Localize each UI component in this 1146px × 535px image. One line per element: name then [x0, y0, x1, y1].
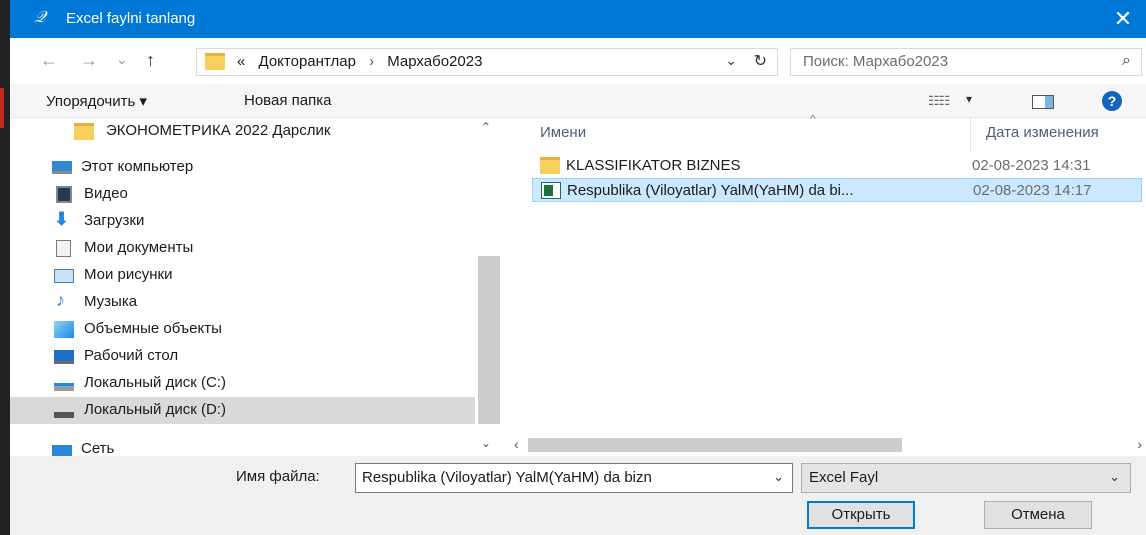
address-dropdown-icon[interactable]: ⌄: [725, 52, 737, 69]
file-name: Respublika (Viloyatlar) YalM(YaHM) da bi…: [567, 182, 854, 199]
scrollbar-thumb[interactable]: [478, 256, 500, 424]
close-button[interactable]: ✕: [1100, 0, 1146, 38]
download-icon: ⬇: [54, 209, 70, 229]
computer-icon: [52, 161, 72, 174]
back-button[interactable]: ←: [40, 50, 58, 71]
file-row-excel[interactable]: Respublika (Viloyatlar) YalM(YaHM) da bi…: [532, 178, 1142, 202]
view-dropdown-icon[interactable]: ▾: [966, 92, 972, 106]
nav-item-label: Локальный диск (C:): [84, 374, 226, 391]
command-bar: Упорядочить ▾ Новая папка ☷☷ ▾ ?: [10, 84, 1146, 118]
file-date: 02-08-2023 14:17: [973, 182, 1092, 199]
dialog-footer: Имя файла: Respublika (Viloyatlar) YalM(…: [10, 456, 1146, 535]
new-folder-button[interactable]: Новая папка: [244, 92, 331, 109]
scroll-right-icon[interactable]: ›: [1137, 436, 1142, 452]
nav-item-econometrics[interactable]: ЭКОНОМЕТРИКА 2022 Дарслик: [10, 118, 475, 145]
preview-pane-icon[interactable]: [1032, 95, 1054, 109]
chevron-down-icon[interactable]: ⌄: [1109, 469, 1120, 485]
folder-icon: [74, 123, 94, 140]
folder-icon: [205, 53, 225, 70]
nav-item-label: Видео: [84, 185, 128, 202]
music-icon: ♪: [56, 290, 65, 310]
recent-locations-button[interactable]: ⌄: [116, 51, 128, 68]
search-icon[interactable]: ⌕: [1122, 52, 1131, 70]
background-accent: [0, 88, 4, 128]
nav-item-label: Объемные объекты: [84, 320, 222, 337]
nav-item-label: Мои рисунки: [84, 266, 173, 283]
breadcrumb-item-current[interactable]: Мархабо2023: [387, 53, 482, 70]
column-header-name[interactable]: Имени: [540, 124, 586, 141]
breadcrumb-overflow[interactable]: «: [237, 53, 245, 70]
cancel-button[interactable]: Отмена: [984, 501, 1092, 529]
nav-item-3d-objects[interactable]: Объемные объекты: [10, 316, 475, 343]
view-options-icon[interactable]: ☷☷: [928, 93, 950, 109]
search-placeholder: Поиск: Мархабо2023: [803, 53, 949, 70]
scroll-down-icon[interactable]: ⌄: [481, 436, 491, 450]
feather-icon: 𝒬: [34, 9, 46, 26]
nav-item-downloads[interactable]: ⬇ Загрузки: [10, 208, 475, 235]
desktop-icon: [54, 350, 74, 364]
nav-item-label: ЭКОНОМЕТРИКА 2022 Дарслик: [106, 122, 331, 139]
column-divider[interactable]: [970, 118, 971, 152]
background-window-edge: [0, 0, 10, 535]
file-list-horizontal-scrollbar[interactable]: ‹ ›: [510, 436, 1146, 454]
nav-item-documents[interactable]: Мои документы: [10, 235, 475, 262]
scrollbar-thumb[interactable]: [528, 438, 902, 452]
sort-arrow-icon: ^: [810, 112, 816, 126]
breadcrumb-separator[interactable]: ›: [369, 53, 374, 70]
drive-c-icon: [54, 383, 74, 391]
breadcrumb: « Докторантлар › Мархабо2023: [237, 53, 482, 70]
scroll-up-icon[interactable]: ⌃: [481, 120, 491, 134]
file-list: ^ Имени Дата изменения KLASSIFIKATOR BIZ…: [510, 112, 1146, 438]
file-name-value[interactable]: Respublika (Viloyatlar) YalM(YaHM) da bi…: [362, 469, 758, 486]
chevron-down-icon[interactable]: ⌄: [773, 469, 784, 485]
pictures-icon: [54, 269, 74, 283]
nav-item-drive-c[interactable]: Локальный диск (C:): [10, 370, 475, 397]
file-name-field[interactable]: Respublika (Viloyatlar) YalM(YaHM) da bi…: [355, 463, 793, 493]
navigation-bar: ← → ⌄ ↑ « Докторантлар › Мархабо2023 ⌄ ↻…: [10, 38, 1146, 84]
nav-item-label: Загрузки: [84, 212, 145, 229]
nav-item-this-pc[interactable]: Этот компьютер: [10, 154, 475, 181]
search-input[interactable]: Поиск: Мархабо2023 ⌕: [790, 48, 1142, 76]
folder-icon: [540, 157, 560, 174]
column-header-date[interactable]: Дата изменения: [986, 124, 1099, 141]
address-bar[interactable]: « Докторантлар › Мархабо2023 ⌄ ↻: [196, 48, 778, 76]
up-button[interactable]: ↑: [146, 50, 155, 71]
organize-button[interactable]: Упорядочить ▾: [46, 92, 147, 110]
documents-icon: [56, 240, 71, 257]
3d-objects-icon: [54, 321, 74, 338]
nav-item-music[interactable]: ♪ Музыка: [10, 289, 475, 316]
drive-d-icon: [54, 412, 74, 418]
nav-item-network[interactable]: Сеть: [10, 436, 475, 458]
help-icon[interactable]: ?: [1102, 91, 1122, 111]
title-bar: 𝒬 Excel faylni tanlang ✕: [10, 0, 1146, 38]
file-type-select[interactable]: Excel Fayl ⌄: [801, 463, 1131, 493]
navigation-pane: ЭКОНОМЕТРИКА 2022 Дарслик Этот компьютер…: [10, 118, 475, 458]
forward-button[interactable]: →: [80, 50, 98, 71]
nav-item-label: Локальный диск (D:): [84, 401, 226, 418]
nav-item-label: Сеть: [81, 440, 115, 457]
breadcrumb-item-doctorants[interactable]: Докторантлар: [259, 53, 356, 70]
scroll-left-icon[interactable]: ‹: [514, 436, 519, 452]
file-row-folder[interactable]: KLASSIFIKATOR BIZNES 02-08-2023 14:31: [532, 154, 1142, 178]
nav-item-label: Музыка: [84, 293, 138, 310]
nav-item-pictures[interactable]: Мои рисунки: [10, 262, 475, 289]
nav-item-video[interactable]: Видео: [10, 181, 475, 208]
nav-item-desktop[interactable]: Рабочий стол: [10, 343, 475, 370]
excel-file-icon: [541, 182, 561, 199]
file-name-label: Имя файла:: [236, 468, 320, 485]
nav-item-label: Этот компьютер: [81, 158, 194, 175]
nav-item-drive-d[interactable]: Локальный диск (D:): [10, 397, 475, 424]
file-type-value: Excel Fayl: [809, 469, 879, 486]
navigation-scrollbar[interactable]: ⌃ ⌄: [475, 118, 501, 458]
file-name: KLASSIFIKATOR BIZNES: [566, 157, 741, 174]
video-icon: [56, 186, 72, 203]
nav-item-label: Мои документы: [84, 239, 194, 256]
nav-item-label: Рабочий стол: [84, 347, 179, 364]
refresh-icon[interactable]: ↻: [754, 51, 767, 71]
open-button[interactable]: Открыть: [807, 501, 915, 529]
window-title: Excel faylni tanlang: [66, 10, 196, 27]
file-date: 02-08-2023 14:31: [972, 157, 1091, 174]
